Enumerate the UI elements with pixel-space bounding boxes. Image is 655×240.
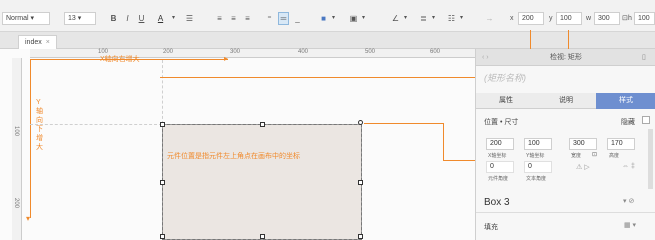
x-input[interactable]: 200 <box>518 12 544 25</box>
element-type-name: Box 3 <box>484 197 510 208</box>
line-style-dropdown-icon[interactable]: ▾ <box>456 12 467 25</box>
ruler-tick-200: 200 <box>163 49 174 55</box>
arrow-style-icon[interactable]: → <box>484 12 495 25</box>
panel-divider <box>476 212 655 213</box>
coords-annotation: 元件位置是指元件左上角点在画布中的坐标 <box>167 153 300 160</box>
align-left-icon[interactable]: ≡ <box>214 12 225 25</box>
tab-close-icon[interactable]: × <box>46 39 50 46</box>
resize-handle-tl[interactable] <box>160 122 165 127</box>
panel-header-title: 检视: 矩形 <box>550 54 582 61</box>
align-middle-icon[interactable]: ═ <box>278 12 289 25</box>
y-input[interactable]: 100 <box>556 12 582 25</box>
w-input[interactable]: 300 <box>594 12 620 25</box>
toolbar: Normal ▾ 13 ▾ B I U A ▾ ☰ ≡ ≡ ≡ ⁼ ═ _ ■ … <box>0 0 655 32</box>
x-caption: X轴坐标 <box>488 153 507 159</box>
align-bottom-icon[interactable]: _ <box>292 12 303 25</box>
lock-ratio-icon[interactable]: ⊡ <box>622 12 628 25</box>
text-rotation-caption: 文本角度 <box>526 176 547 182</box>
rotation-field[interactable]: 0 <box>486 161 514 173</box>
rotate-handle[interactable] <box>358 120 363 125</box>
w-field[interactable]: 300 <box>569 138 597 150</box>
inspector-panel: ‹ › 检视: 矩形 ▯ (矩形名称) 属性 说明 样式 位置 • 尺寸 隐藏 … <box>475 49 655 240</box>
w-caption: 宽度 <box>571 153 582 159</box>
tab-properties[interactable]: 属性 <box>476 93 536 109</box>
hidden-checkbox[interactable] <box>642 116 650 124</box>
y-field[interactable]: 100 <box>524 138 552 150</box>
style-dropdown-icon[interactable]: ▾ ⊘ <box>623 197 634 205</box>
panel-header: ‹ › 检视: 矩形 ▯ <box>476 49 655 66</box>
tab-style[interactable]: 样式 <box>596 93 655 109</box>
text-rotation-field[interactable]: 0 <box>524 161 552 173</box>
ruler-tick-400: 400 <box>298 49 309 55</box>
style-select[interactable]: Normal ▾ <box>2 12 50 25</box>
y-axis-arrow-line <box>30 60 31 218</box>
italic-button[interactable]: I <box>122 12 133 25</box>
ruler-tick-600: 600 <box>430 49 441 55</box>
ruler-tick-300: 300 <box>230 49 241 55</box>
selection-outline <box>162 124 362 240</box>
y-caption: Y轴坐标 <box>526 153 545 159</box>
line-color-dropdown-icon[interactable]: ▾ <box>400 12 411 25</box>
tab-index[interactable]: index × <box>18 35 57 49</box>
border-dropdown-icon[interactable]: ▾ <box>358 12 369 25</box>
h-field[interactable]: 170 <box>607 138 635 150</box>
h-input[interactable]: 100 <box>634 12 655 25</box>
x-axis-annotation: X轴向右增大 <box>100 56 140 63</box>
panel-back-icon[interactable]: ‹ › <box>482 49 489 66</box>
resize-handle-br[interactable] <box>358 234 363 239</box>
h-label: h <box>628 15 632 22</box>
style-select-value: Normal <box>6 15 29 22</box>
tab-bar: index × <box>0 32 655 49</box>
tab-index-label: index <box>25 39 42 46</box>
more-icon[interactable]: ⇔ ‡ <box>622 163 635 170</box>
list-icon[interactable]: ☰ <box>184 12 195 25</box>
ruler-vtick-200: 200 <box>13 198 19 209</box>
line-width-dropdown-icon[interactable]: ▾ <box>428 12 439 25</box>
x-field[interactable]: 200 <box>486 138 514 150</box>
vertical-ruler: 100 200 <box>12 58 22 240</box>
align-top-icon[interactable]: ⁼ <box>264 12 275 25</box>
guide-line-horizontal <box>30 124 162 125</box>
ruler-vtick-100: 100 <box>13 126 19 137</box>
h-caption: 高度 <box>609 153 620 159</box>
y-axis-arrowhead-icon: ▾ <box>26 214 31 223</box>
connector-line-top <box>160 77 475 78</box>
connector-line-mid <box>364 123 444 124</box>
connector-mid-vertical <box>443 123 444 161</box>
element-name-input[interactable]: (矩形名称) <box>484 71 526 84</box>
rotation-caption: 元件角度 <box>488 176 509 182</box>
align-right-icon[interactable]: ≡ <box>242 12 253 25</box>
fill-color-dropdown-icon[interactable]: ▾ <box>328 12 339 25</box>
panel-scrollbar[interactable] <box>648 129 653 189</box>
guide-line-vertical <box>162 60 163 124</box>
resize-handle-bl[interactable] <box>160 234 165 239</box>
resize-handle-mr[interactable] <box>358 180 363 185</box>
text-color-dropdown-icon[interactable]: ▾ <box>168 12 179 25</box>
hidden-label: 隐藏 <box>621 119 635 126</box>
tab-notes[interactable]: 说明 <box>536 93 596 109</box>
flip-icon[interactable]: ⚠ ▷ <box>576 163 590 171</box>
panel-page-icon[interactable]: ▯ <box>642 49 646 66</box>
align-center-icon[interactable]: ≡ <box>228 12 239 25</box>
ruler-tick-500: 500 <box>365 49 376 55</box>
panel-tabs: 属性 说明 样式 <box>476 93 655 109</box>
underline-button[interactable]: U <box>136 12 147 25</box>
resize-handle-bm[interactable] <box>260 234 265 239</box>
x-label: x <box>510 15 514 22</box>
font-size-select[interactable]: 13 ▾ <box>64 12 96 25</box>
y-label: y <box>549 15 553 22</box>
lock-ratio-panel-icon[interactable]: ⊡ <box>592 151 597 158</box>
w-label: w <box>586 15 592 22</box>
text-color-button[interactable]: A <box>155 12 166 25</box>
position-size-heading: 位置 • 尺寸 <box>484 119 519 126</box>
resize-handle-ml[interactable] <box>160 180 165 185</box>
horizontal-ruler: 100 200 300 400 500 600 <box>30 49 475 58</box>
resize-handle-tm[interactable] <box>260 122 265 127</box>
y-axis-annotation: Y轴向下增大 <box>36 99 43 151</box>
bold-button[interactable]: B <box>108 12 119 25</box>
fill-picker-icon[interactable]: ▦ ▾ <box>624 221 636 229</box>
font-size-value: 13 <box>68 15 76 22</box>
x-axis-arrowhead-icon: ▸ <box>224 54 229 63</box>
fill-label: 填充 <box>484 224 498 231</box>
